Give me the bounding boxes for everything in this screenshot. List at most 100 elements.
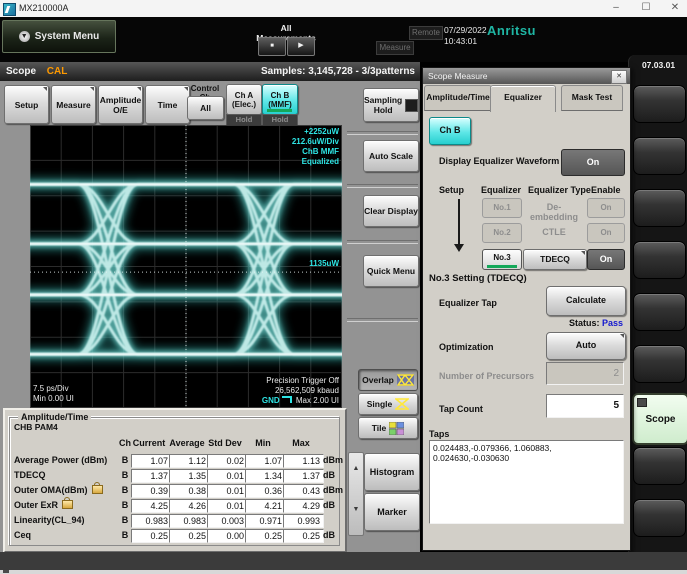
scope-measure-dialog: Scope Measure ✕ Amplitude/Time Equalizer… [422, 67, 631, 551]
taskbar-edge [0, 570, 687, 574]
value-cell: 0.36 [245, 484, 286, 498]
dialog-close-icon[interactable]: ✕ [611, 70, 627, 84]
anritsu-logo: Anritsu [487, 23, 536, 38]
tap-count-field[interactable]: 5 [546, 394, 624, 418]
equalizer-no3-type-button[interactable]: TDECQ [523, 249, 587, 270]
equalizer-no2-enable-button[interactable]: On [587, 223, 625, 243]
equalizer-no1-button[interactable]: No.1 [482, 198, 522, 218]
unit-label: dB [323, 500, 335, 510]
value-cell: 0.25 [283, 529, 324, 543]
overlap-view-button[interactable]: Overlap [358, 369, 418, 391]
tab-equalizer[interactable]: Equalizer [490, 85, 556, 112]
setup-flow-arrow-icon [458, 199, 460, 249]
col-header-std: Std Dev [207, 438, 243, 448]
equalizer-no3-enable-button[interactable]: On [587, 249, 625, 270]
scope-title: Scope [6, 66, 36, 77]
value-cell: 1.12 [169, 454, 210, 468]
equalizer-no1-enable-button[interactable]: On [587, 198, 625, 218]
system-menu-button[interactable]: ▼ System Menu [2, 20, 116, 53]
hardkey-blank-3[interactable] [633, 189, 686, 227]
equalizer-no2-type: CTLE [523, 227, 585, 237]
hardkey-sidebar: 07.03.01 Scope [628, 55, 687, 574]
amplitude-oe-button[interactable]: Amplitude O/E [98, 85, 143, 124]
cal-indicator: CAL [47, 66, 68, 77]
eye-diagram[interactable]: +2252uW 212.6uW/Div ChB MMF Equalized 11… [30, 125, 342, 408]
sampling-hold-button[interactable]: Sampling Hold [363, 88, 419, 122]
precursors-field: 2 [546, 362, 624, 385]
row-label: Average Power (dBm) [14, 455, 107, 465]
row-label: Outer ExR [14, 500, 73, 510]
scope-app-key[interactable]: Scope [632, 393, 687, 445]
groupbox-title: Amplitude/Time [18, 412, 91, 422]
quick-menu-button[interactable]: Quick Menu [363, 255, 419, 287]
value-cell: 0.25 [131, 529, 172, 543]
marker-button[interactable]: Marker [364, 493, 420, 531]
tap-count-label: Tap Count [439, 404, 483, 414]
measure-button[interactable]: Measure [51, 85, 96, 124]
hardkey-blank-4[interactable] [633, 241, 686, 279]
tile-grid-icon [389, 422, 404, 435]
equalizer-no2-button[interactable]: No.2 [482, 223, 522, 243]
control-ch-all-button[interactable]: All [187, 96, 224, 120]
eye-waveform [30, 125, 342, 408]
value-cell: 0.39 [131, 484, 172, 498]
type-column-header: Equalizer Type [528, 185, 591, 195]
baud-rate: 26,562,509 kbaud [262, 386, 339, 396]
time-button[interactable]: Time [145, 85, 190, 124]
value-cell: 1.07 [245, 454, 286, 468]
value-cell: 0.00 [207, 529, 248, 543]
maximize-icon[interactable]: ☐ [638, 1, 654, 15]
divider [347, 184, 418, 188]
taps-label: Taps [429, 429, 449, 439]
samples-counter: Samples: 3,145,728 - 3/3patterns [261, 62, 415, 81]
channel-b-button[interactable]: Ch B (MMF) [262, 84, 298, 115]
value-cell: 0.983 [169, 514, 210, 528]
minimize-icon[interactable]: – [608, 1, 624, 15]
taskbar-mini-icon [3, 570, 9, 573]
scroll-up-button[interactable]: ▲ [349, 465, 363, 472]
hardkey-blank-6[interactable] [633, 345, 686, 383]
hardkey-blank-1[interactable] [633, 85, 686, 123]
close-icon[interactable]: ✕ [667, 1, 683, 15]
value-cell: 0.971 [245, 514, 286, 528]
window-title: MX210000A [19, 3, 69, 13]
scope-panel: Scope CAL Samples: 3,145,728 - 3/3patter… [0, 62, 420, 552]
remote-status-badge: Remote [409, 26, 443, 40]
tile-view-button[interactable]: Tile [358, 417, 418, 439]
clear-display-button[interactable]: Clear Display [363, 195, 419, 227]
value-cell: 0.01 [207, 484, 248, 498]
display-eq-on-button[interactable]: On [561, 149, 625, 176]
value-cell: 1.13 [283, 454, 324, 468]
hardkey-blank-5[interactable] [633, 293, 686, 331]
hardkey-blank-7[interactable] [633, 447, 686, 485]
optimization-auto-button[interactable]: Auto [546, 332, 626, 360]
calculate-button[interactable]: Calculate [546, 286, 626, 316]
setup-button[interactable]: Setup [4, 85, 49, 124]
value-cell: 0.01 [207, 469, 248, 483]
channel-a-button[interactable]: Ch A (Elec.) [226, 84, 262, 115]
hardkey-blank-8[interactable] [633, 499, 686, 537]
scroll-strip: ▲ ▼ [348, 452, 364, 536]
dialog-titlebar[interactable]: Scope Measure ✕ [423, 68, 630, 84]
equalizer-no3-button[interactable]: No.3 [482, 249, 522, 270]
marker-mid-value: 1135uW [309, 259, 339, 269]
tab-amplitude-time[interactable]: Amplitude/Time [424, 85, 492, 111]
hardkey-blank-2[interactable] [633, 137, 686, 175]
value-cell: 4.21 [245, 499, 286, 513]
measurement-panel: Amplitude/Time CHB PAM4 Ch Current Avera… [3, 408, 347, 553]
divider [347, 240, 418, 244]
taps-textarea[interactable]: 0.024483,-0.079366, 1.060883, 0.024630,-… [429, 440, 624, 524]
scroll-down-button[interactable]: ▼ [349, 506, 363, 513]
system-menu-label: System Menu [35, 31, 99, 42]
timebase-value: 7.5 ps/Div [33, 384, 74, 394]
auto-scale-button[interactable]: Auto Scale [363, 140, 419, 172]
scope-header: Scope CAL Samples: 3,145,728 - 3/3patter… [0, 62, 420, 81]
unit-label: dB [323, 530, 335, 540]
stop-button[interactable]: ■ [258, 37, 286, 56]
dialog-channel-b-button[interactable]: Ch B [429, 117, 471, 145]
start-button[interactable]: ▶ [287, 37, 315, 56]
histogram-button[interactable]: Histogram [364, 453, 420, 491]
single-view-button[interactable]: Single [358, 393, 418, 415]
overlap-eyes-icon [397, 374, 414, 386]
tab-mask-test[interactable]: Mask Test [561, 85, 623, 111]
